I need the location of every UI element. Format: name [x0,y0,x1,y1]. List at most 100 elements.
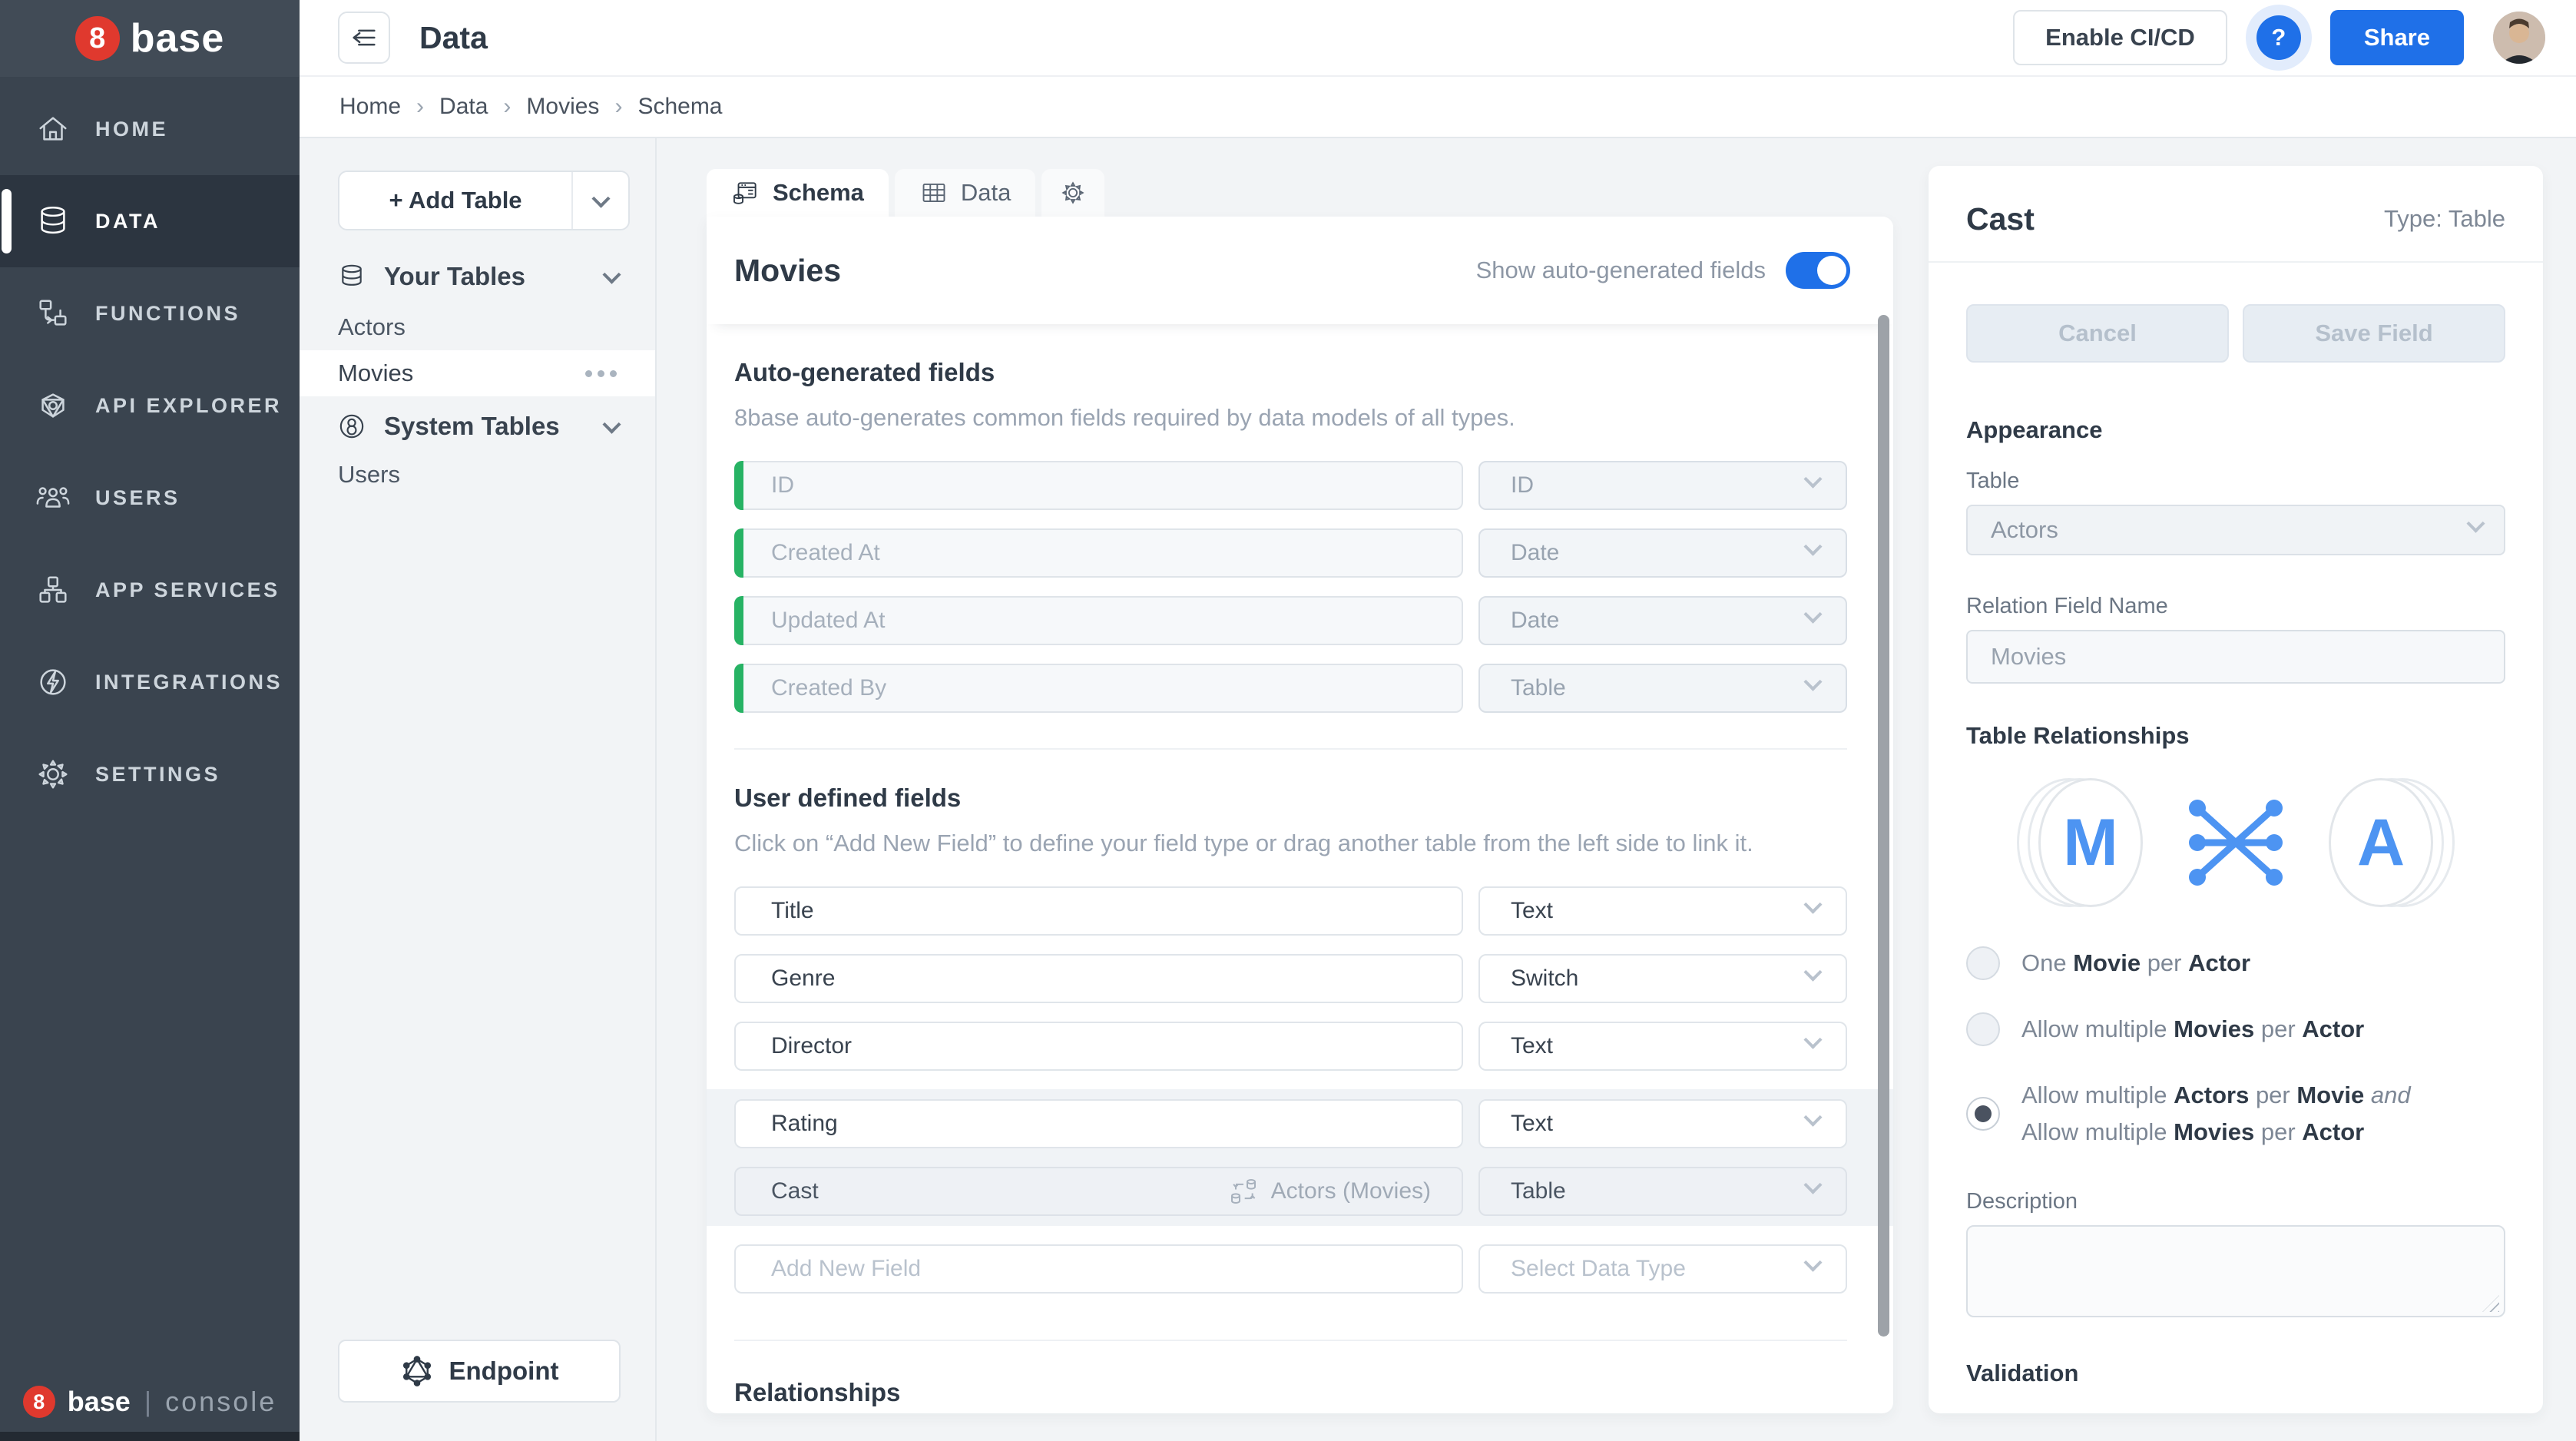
relation-field-name-input[interactable]: Movies [1966,630,2505,684]
add-table-label: + Add Table [339,172,571,229]
auto-generated-marker [734,596,743,645]
add-table-button[interactable]: + Add Table [338,171,630,230]
auto-fields-toggle-group: Show auto-generated fields [1476,252,1850,289]
inspector-type: Type: Table [2384,205,2505,233]
field-type: Date [1511,540,1559,566]
description-textarea[interactable] [1966,1225,2505,1317]
field-name-input[interactable]: Title [734,886,1463,936]
chevron-down-icon [1803,673,1822,691]
integrations-icon [35,664,71,700]
field-name-input[interactable]: Created By [734,664,1463,713]
relation-tag: Actors (Movies) [1228,1176,1431,1207]
field-type: Table [1511,1178,1566,1204]
field-name-input[interactable]: Director [734,1022,1463,1071]
add-new-field-input[interactable]: Add New Field [734,1244,1463,1294]
show-auto-fields-toggle[interactable] [1786,252,1850,289]
user-avatar[interactable] [2493,12,2545,64]
sidebar-item-label: FUNCTIONS [95,302,240,326]
sidebar-item-label: APP SERVICES [95,578,280,602]
field-name-input[interactable]: Cast Actors (Movies) [734,1167,1463,1216]
collapse-sidebar-icon [349,22,379,53]
app-logo[interactable]: 8 base [0,0,300,77]
breadcrumb-movies[interactable]: Movies [526,94,599,120]
field-type-select[interactable]: ID [1478,461,1847,510]
radio-label: Allow multiple Actors per Movie and Allo… [2021,1077,2411,1151]
field-type-select[interactable]: Date [1478,596,1847,645]
field-type-select[interactable]: Table [1478,664,1847,713]
select-data-type-select[interactable]: Select Data Type [1478,1244,1847,1294]
sidebar-item-functions[interactable]: FUNCTIONS [0,267,300,359]
table-item-movies[interactable]: Movies [300,350,655,396]
field-name-input[interactable]: Updated At [734,596,1463,645]
table-select[interactable]: Actors [1966,505,2505,555]
chevron-down-icon [602,265,621,283]
user-fields-heading: User defined fields [734,783,1847,813]
your-tables-header[interactable]: Your Tables [300,253,655,300]
table-item-users[interactable]: Users [300,452,655,498]
sidebar-item-integrations[interactable]: INTEGRATIONS [0,636,300,728]
field-type-select[interactable]: Table [1478,1167,1847,1216]
auto-field-row: Updated At Date [734,596,1847,645]
user-field-row: Genre Switch [734,954,1847,1003]
radio-label: One Movie per Actor [2021,945,2250,982]
more-options-icon[interactable] [585,370,617,377]
description-label: Description [1966,1189,2505,1214]
save-field-button[interactable]: Save Field [2243,304,2505,363]
toggle-label: Show auto-generated fields [1476,257,1766,284]
sidebar-item-home[interactable]: HOME [0,83,300,175]
share-button[interactable]: Share [2330,10,2464,65]
chevron-down-icon [1803,470,1822,489]
field-type-select[interactable]: Text [1478,1099,1847,1148]
field-inspector: Cast Type: Table Cancel Save Field Appea… [1929,166,2543,1413]
relation-field-name-label: Relation Field Name [1966,594,2505,619]
schema-card-body: Auto-generated fields 8base auto-generat… [707,358,1893,1413]
table-item-actors[interactable]: Actors [300,304,655,350]
radio-button-selected[interactable] [1966,1097,2000,1131]
sidebar-item-data[interactable]: DATA [0,175,300,267]
chevron-down-icon [2466,515,2485,533]
avatar-image [2493,12,2545,64]
endpoint-button[interactable]: Endpoint [338,1340,621,1403]
chevron-down-icon [1803,1254,1822,1272]
field-type-select[interactable]: Switch [1478,954,1847,1003]
sidebar-item-settings[interactable]: SETTINGS [0,728,300,820]
help-button[interactable]: ? [2256,15,2301,60]
schema-icon [731,178,760,207]
breadcrumb-data[interactable]: Data [439,94,488,120]
field-name-input[interactable]: Rating [734,1099,1463,1148]
sidebar-item-label: DATA [95,210,161,234]
field-name-input[interactable]: Created At [734,528,1463,578]
breadcrumb-home[interactable]: Home [339,94,401,120]
field-type-select[interactable]: Text [1478,886,1847,936]
field-type: Text [1511,1033,1553,1059]
scrollbar[interactable] [1878,315,1889,1337]
select-type-placeholder: Select Data Type [1511,1256,1686,1282]
field-name-input[interactable]: Genre [734,954,1463,1003]
chevron-down-icon [1803,538,1822,556]
enable-cicd-button[interactable]: Enable CI/CD [2013,10,2227,65]
table-title: Movies [734,253,841,289]
field-type: Switch [1511,966,1578,992]
field-name-input[interactable]: ID [734,461,1463,510]
field-type-select[interactable]: Text [1478,1022,1847,1071]
tab-data[interactable]: Data [895,169,1035,217]
sidebar-item-users[interactable]: USERS [0,452,300,544]
field-type: Table [1511,675,1566,701]
field-type-select[interactable]: Date [1478,528,1847,578]
auto-fields-subtitle: 8base auto-generates common fields requi… [734,404,1847,432]
add-table-dropdown[interactable] [571,172,628,229]
cancel-button[interactable]: Cancel [1966,304,2229,363]
sidebar-item-app-services[interactable]: APP SERVICES [0,544,300,636]
radio-button[interactable] [1966,1012,2000,1046]
tab-table-settings[interactable] [1041,169,1104,217]
field-name: Updated At [771,608,885,634]
breadcrumb-schema[interactable]: Schema [637,94,722,120]
tab-schema[interactable]: Schema [707,169,889,217]
sidebar-item-api-explorer[interactable]: API EXPLORER [0,359,300,452]
collapse-sidebar-button[interactable] [338,12,390,64]
top-header: Data Enable CI/CD ? Share [300,0,2576,77]
table-tabs: Schema Data [707,169,1893,217]
schema-area: Schema Data Movies Show auto-generated f… [707,138,1893,1441]
system-tables-header[interactable]: System Tables [300,403,655,449]
radio-button[interactable] [1966,946,2000,980]
